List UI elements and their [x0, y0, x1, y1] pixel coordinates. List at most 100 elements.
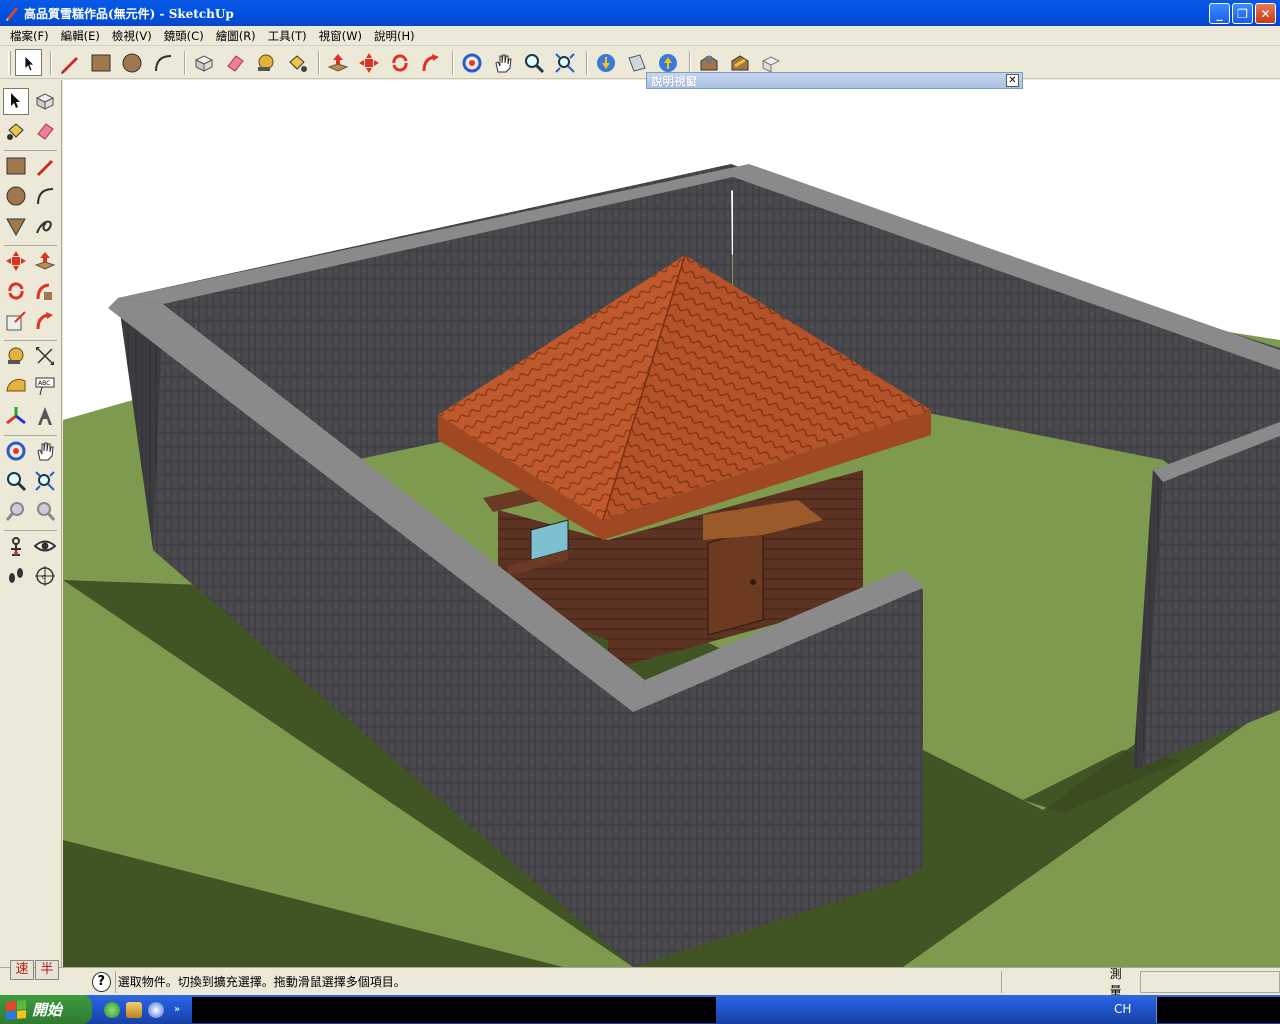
pan-tool-icon[interactable]	[32, 438, 58, 465]
title-bar: 高品質雪糕作品(無元件) - SketchUp _ ❐ ✕	[0, 0, 1280, 26]
move-icon[interactable]	[355, 49, 382, 76]
zoom-window-tool-icon[interactable]	[32, 468, 58, 495]
door-knob	[750, 579, 756, 585]
taskbar-buttons-area[interactable]	[192, 997, 716, 1023]
ime-indicator[interactable]: 速 半	[10, 960, 60, 980]
system-tray[interactable]	[1156, 997, 1280, 1023]
quick-launch-more[interactable]: »	[174, 1004, 180, 1015]
circle-icon[interactable]	[118, 49, 145, 76]
ime-speed-mode[interactable]: 速	[10, 960, 34, 980]
zoom-tool-icon[interactable]	[3, 468, 29, 495]
orbit-icon[interactable]	[458, 49, 485, 76]
menu-tools[interactable]: 工具(T)	[262, 28, 313, 44]
follow-me-icon[interactable]	[417, 49, 444, 76]
3d-text-tool-icon[interactable]	[32, 403, 58, 430]
arc-tool-icon[interactable]	[32, 183, 58, 210]
menu-camera[interactable]: 鏡頭(C)	[158, 28, 210, 44]
svg-text:ABC: ABC	[38, 380, 50, 387]
status-message: 選取物件。切換到擴充選擇。拖動滑鼠選擇多個項目。	[114, 970, 995, 993]
help-window-close-button[interactable]: ✕	[1006, 74, 1019, 87]
help-window-title: 說明視窗	[651, 73, 697, 88]
dimension-tool-icon[interactable]	[32, 343, 58, 370]
large-tool-set: ABC C	[0, 80, 62, 967]
toolbar-grip[interactable]	[8, 50, 11, 75]
sketchup-quicklaunch-icon[interactable]	[126, 1001, 142, 1018]
get-models-icon[interactable]	[592, 49, 619, 76]
pencil-icon[interactable]	[56, 49, 83, 76]
walk-tool-icon[interactable]	[3, 563, 29, 590]
toolbar-separator	[184, 50, 186, 75]
status-bar: ? 選取物件。切換到擴充選擇。拖動滑鼠選擇多個項目。 測量	[0, 967, 1280, 998]
start-label: 開始	[32, 1001, 63, 1019]
paint-bucket-tool-icon[interactable]	[3, 118, 29, 145]
tape-measure-tool-icon[interactable]	[3, 343, 29, 370]
toolbar-separator	[318, 50, 320, 75]
eraser-icon[interactable]	[221, 49, 248, 76]
rectangle-icon[interactable]	[87, 49, 114, 76]
toolbar-separator	[689, 50, 691, 75]
eraser-tool-icon[interactable]	[32, 118, 58, 145]
paint-bucket-icon[interactable]	[283, 49, 310, 76]
toolbar-separator	[586, 50, 588, 75]
restore-button[interactable]: ❐	[1232, 3, 1253, 24]
position-camera-icon[interactable]	[3, 533, 29, 560]
arc-icon[interactable]	[149, 49, 176, 76]
close-button[interactable]: ✕	[1255, 3, 1276, 24]
windows-flag-icon	[6, 999, 26, 1020]
status-divider	[1000, 970, 1002, 993]
follow-me-tool-icon[interactable]	[32, 278, 58, 305]
protractor-tool-icon[interactable]	[3, 373, 29, 400]
menu-bar: 檔案(F) 編輯(E) 檢視(V) 鏡頭(C) 繪圖(R) 工具(T) 視窗(W…	[0, 26, 1280, 46]
orbit-tool-icon[interactable]	[3, 438, 29, 465]
push-pull-tool-icon[interactable]	[32, 248, 58, 275]
modeling-viewport[interactable]	[63, 80, 1280, 967]
freehand-tool-icon[interactable]	[32, 213, 58, 240]
windows-taskbar: 開始 » CH	[0, 995, 1280, 1024]
menu-file[interactable]: 檔案(F)	[4, 28, 55, 44]
tape-measure-icon[interactable]	[252, 49, 279, 76]
media-player-icon[interactable]	[148, 1001, 164, 1018]
zoom-extents-icon[interactable]	[551, 49, 578, 76]
language-indicator[interactable]: CH	[1100, 995, 1150, 1024]
circle-tool-icon[interactable]	[3, 183, 29, 210]
main-toolbar	[0, 47, 1280, 79]
sketchup-app-icon	[6, 7, 18, 21]
scene-drawing	[63, 164, 1280, 967]
pan-icon[interactable]	[489, 49, 516, 76]
look-around-icon[interactable]	[32, 533, 58, 560]
axes-tool-icon[interactable]	[3, 403, 29, 430]
rotate-tool-icon[interactable]	[3, 278, 29, 305]
help-question-icon[interactable]: ?	[91, 971, 111, 992]
section-plane-icon[interactable]: C	[32, 563, 58, 590]
svg-text:C: C	[42, 575, 46, 581]
rectangle-tool-icon[interactable]	[3, 153, 29, 180]
offset-tool-icon[interactable]	[32, 308, 58, 335]
minimize-button[interactable]: _	[1209, 3, 1230, 24]
line-tool-icon[interactable]	[32, 153, 58, 180]
component-tool-icon[interactable]	[32, 88, 58, 115]
menu-draw[interactable]: 繪圖(R)	[210, 28, 262, 44]
move-tool-icon[interactable]	[3, 248, 29, 275]
menu-help[interactable]: 說明(H)	[368, 28, 421, 44]
zoom-icon[interactable]	[520, 49, 547, 76]
text-tool-icon[interactable]: ABC	[32, 373, 58, 400]
polygon-tool-icon[interactable]	[3, 213, 29, 240]
help-window[interactable]: 說明視窗 ✕	[646, 72, 1023, 89]
select-tool-icon[interactable]	[3, 87, 30, 115]
quick-launch: »	[104, 1001, 180, 1018]
browser-icon[interactable]	[104, 1001, 120, 1018]
start-button[interactable]: 開始	[0, 995, 92, 1024]
menu-window[interactable]: 視窗(W)	[313, 28, 368, 44]
select-arrow-icon[interactable]	[15, 49, 42, 76]
ime-halfwidth-mode[interactable]: 半	[35, 960, 59, 980]
menu-edit[interactable]: 編輯(E)	[55, 28, 106, 44]
next-view-icon[interactable]	[32, 498, 58, 525]
rotate-icon[interactable]	[386, 49, 413, 76]
push-pull-icon[interactable]	[324, 49, 351, 76]
make-component-icon[interactable]	[190, 49, 217, 76]
scale-tool-icon[interactable]	[3, 308, 29, 335]
window-title: 高品質雪糕作品(無元件) - SketchUp	[24, 6, 234, 21]
measurements-input[interactable]	[1140, 970, 1280, 993]
menu-view[interactable]: 檢視(V)	[106, 28, 158, 44]
previous-view-icon[interactable]	[3, 498, 29, 525]
